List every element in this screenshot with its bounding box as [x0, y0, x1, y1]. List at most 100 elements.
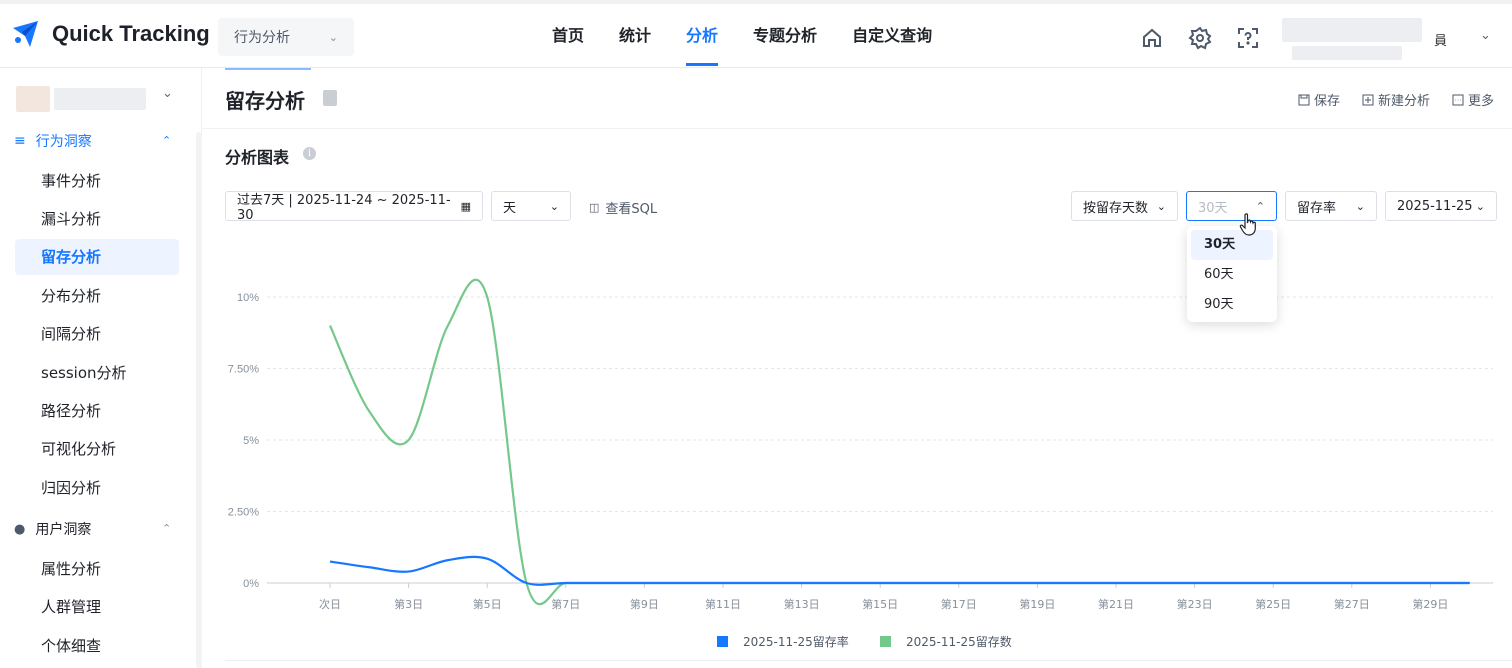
- y-tick-label: 10%: [237, 292, 259, 304]
- nav-topic-analysis[interactable]: 专题分析: [753, 18, 817, 66]
- chevron-up-icon: ⌃: [1255, 199, 1265, 213]
- granularity-value: 天: [503, 200, 517, 216]
- x-tick-label: 第21日: [1098, 597, 1134, 611]
- x-tick-label: 第3日: [394, 597, 423, 611]
- x-tick-label: 第5日: [473, 597, 502, 611]
- avatar: [1282, 18, 1422, 42]
- days-range-dropdown: 30天 60天 90天: [1187, 226, 1277, 322]
- sidebar-item-distribution-analysis[interactable]: 分布分析: [15, 278, 179, 314]
- sidebar-item-crowd-management[interactable]: 人群管理: [15, 589, 179, 625]
- view-sql-button[interactable]: ◫ 查看SQL: [589, 198, 657, 217]
- chevron-down-icon: ⌄: [328, 30, 338, 44]
- metric-value: 留存率: [1297, 200, 1337, 216]
- chevron-down-icon: ⌄: [1480, 28, 1491, 43]
- y-tick-label: 2.50%: [228, 507, 259, 519]
- top-bar: Quick Tracking 行为分析 ⌄ 首页 统计 分析 专题分析 自定义查…: [0, 0, 1512, 68]
- app-logo[interactable]: Quick Tracking: [10, 18, 210, 50]
- sidebar-item-attribute-analysis[interactable]: 属性分析: [15, 551, 179, 587]
- user-role: 員: [1434, 34, 1448, 49]
- cohort-date-value: 2025-11-25: [1397, 198, 1473, 214]
- page-title: 留存分析: [225, 89, 305, 113]
- legend-swatch: [880, 636, 891, 647]
- date-range-picker[interactable]: 过去7天 | 2025-11-24 ~ 2025-11-30 ▦: [225, 191, 483, 223]
- legend-label: 2025-11-25留存率: [743, 634, 849, 649]
- main-content: 留存分析 保存 新建分析 更多 分析图表 i 过去7天 | 2025-11-24…: [203, 68, 1512, 668]
- sidebar-item-retention-analysis[interactable]: 留存分析: [15, 239, 179, 275]
- legend-swatch: [717, 636, 728, 647]
- nav-home[interactable]: 首页: [552, 18, 584, 66]
- new-analysis-label: 新建分析: [1377, 94, 1430, 109]
- nav-stats[interactable]: 统计: [619, 18, 651, 66]
- chevron-down-icon: ⌄: [162, 86, 173, 101]
- y-tick-label: 0%: [243, 578, 259, 590]
- more-icon: [1452, 94, 1464, 105]
- x-tick-label: 第7日: [551, 597, 580, 611]
- sql-icon: ◫: [589, 201, 600, 214]
- project-select[interactable]: ⌄: [10, 80, 188, 116]
- sidebar-item-attribution-analysis[interactable]: 归因分析: [15, 470, 179, 506]
- section-title: 分析图表: [225, 148, 290, 167]
- date-range-value: 过去7天 | 2025-11-24 ~ 2025-11-30: [237, 193, 451, 223]
- x-tick-label: 第17日: [941, 597, 977, 611]
- home-icon[interactable]: [1140, 26, 1164, 50]
- sidebar-item-event-analysis[interactable]: 事件分析: [15, 163, 179, 199]
- chevron-up-icon[interactable]: ⌃: [162, 522, 171, 535]
- user-name: [1292, 46, 1402, 60]
- granularity-select[interactable]: 天 ⌄: [491, 191, 571, 221]
- info-icon[interactable]: i: [303, 147, 316, 160]
- sidebar-item-visual-analysis[interactable]: 可视化分析: [15, 431, 179, 467]
- days-range-select[interactable]: 30天 ⌃: [1186, 191, 1277, 221]
- cohort-date-select[interactable]: 2025-11-25 ⌄: [1385, 191, 1497, 221]
- tab-indicator: [225, 68, 311, 70]
- more-button[interactable]: 更多: [1452, 90, 1494, 109]
- dropdown-option-30[interactable]: 30天: [1191, 230, 1273, 260]
- more-label: 更多: [1467, 94, 1494, 109]
- nav-custom-query[interactable]: 自定义查询: [852, 18, 932, 66]
- save-label: 保存: [1313, 94, 1340, 109]
- x-tick-label: 次日: [319, 597, 341, 611]
- dropdown-option-60[interactable]: 60天: [1191, 260, 1273, 290]
- sidebar-item-interval-analysis[interactable]: 间隔分析: [15, 316, 179, 352]
- sidebar-item-individual-detail[interactable]: 个体细查: [15, 628, 179, 664]
- nav-analysis[interactable]: 分析: [686, 18, 719, 66]
- save-button[interactable]: 保存: [1298, 90, 1340, 109]
- sidebar-group-user[interactable]: ● 用户洞察: [14, 519, 91, 539]
- x-tick-label: 第23日: [1177, 597, 1213, 611]
- metric-select[interactable]: 留存率 ⌄: [1285, 191, 1377, 221]
- sidebar-item-path-analysis[interactable]: 路径分析: [15, 393, 179, 429]
- plus-square-icon: [1362, 94, 1374, 105]
- module-select[interactable]: 行为分析 ⌄: [218, 18, 354, 56]
- chevron-down-icon: ⌄: [1475, 199, 1485, 213]
- divider: [203, 128, 1512, 129]
- header-icons: [1140, 26, 1260, 50]
- x-tick-label: 第29日: [1412, 597, 1448, 611]
- module-select-value: 行为分析: [234, 30, 290, 46]
- project-name: [54, 88, 146, 110]
- help-icon[interactable]: [1236, 26, 1260, 50]
- x-tick-label: 第19日: [1019, 597, 1055, 611]
- new-analysis-button[interactable]: 新建分析: [1362, 90, 1430, 109]
- bookmark-icon[interactable]: [323, 90, 337, 106]
- retention-by-select[interactable]: 按留存天数 ⌄: [1071, 191, 1178, 221]
- x-tick-label: 第9日: [630, 597, 659, 611]
- x-tick-label: 第15日: [862, 597, 898, 611]
- sidebar-group-behavior[interactable]: ≡ 行为洞察: [14, 131, 92, 151]
- sidebar-item-session-analysis[interactable]: session分析: [15, 355, 179, 391]
- retention-chart: 0% 2.50% 5% 7.50% 10% 次日 第3日 第5日 第7日 第9日 第11日 第13日 第…: [228, 278, 1493, 649]
- gear-icon[interactable]: [1188, 26, 1212, 50]
- view-sql-label: 查看SQL: [605, 202, 658, 217]
- x-tick-label: 第11日: [705, 597, 741, 611]
- chevron-up-icon[interactable]: ⌃: [162, 134, 171, 147]
- save-icon: [1298, 94, 1310, 105]
- app-name: Quick Tracking: [52, 21, 210, 46]
- page-actions: 保存 新建分析 更多: [1298, 90, 1494, 109]
- series-line-retention-rate: [329, 555, 1470, 586]
- sidebar-group-label: 用户洞察: [35, 522, 92, 538]
- y-tick-label: 5%: [243, 435, 259, 447]
- sidebar-scrollbar[interactable]: [196, 132, 202, 668]
- dropdown-option-90[interactable]: 90天: [1191, 290, 1273, 320]
- sidebar-item-funnel-analysis[interactable]: 漏斗分析: [15, 201, 179, 237]
- hand-cursor-icon: [1239, 213, 1256, 236]
- user-menu[interactable]: 員 ⌄: [1282, 18, 1500, 60]
- days-range-placeholder: 30天: [1198, 200, 1228, 216]
